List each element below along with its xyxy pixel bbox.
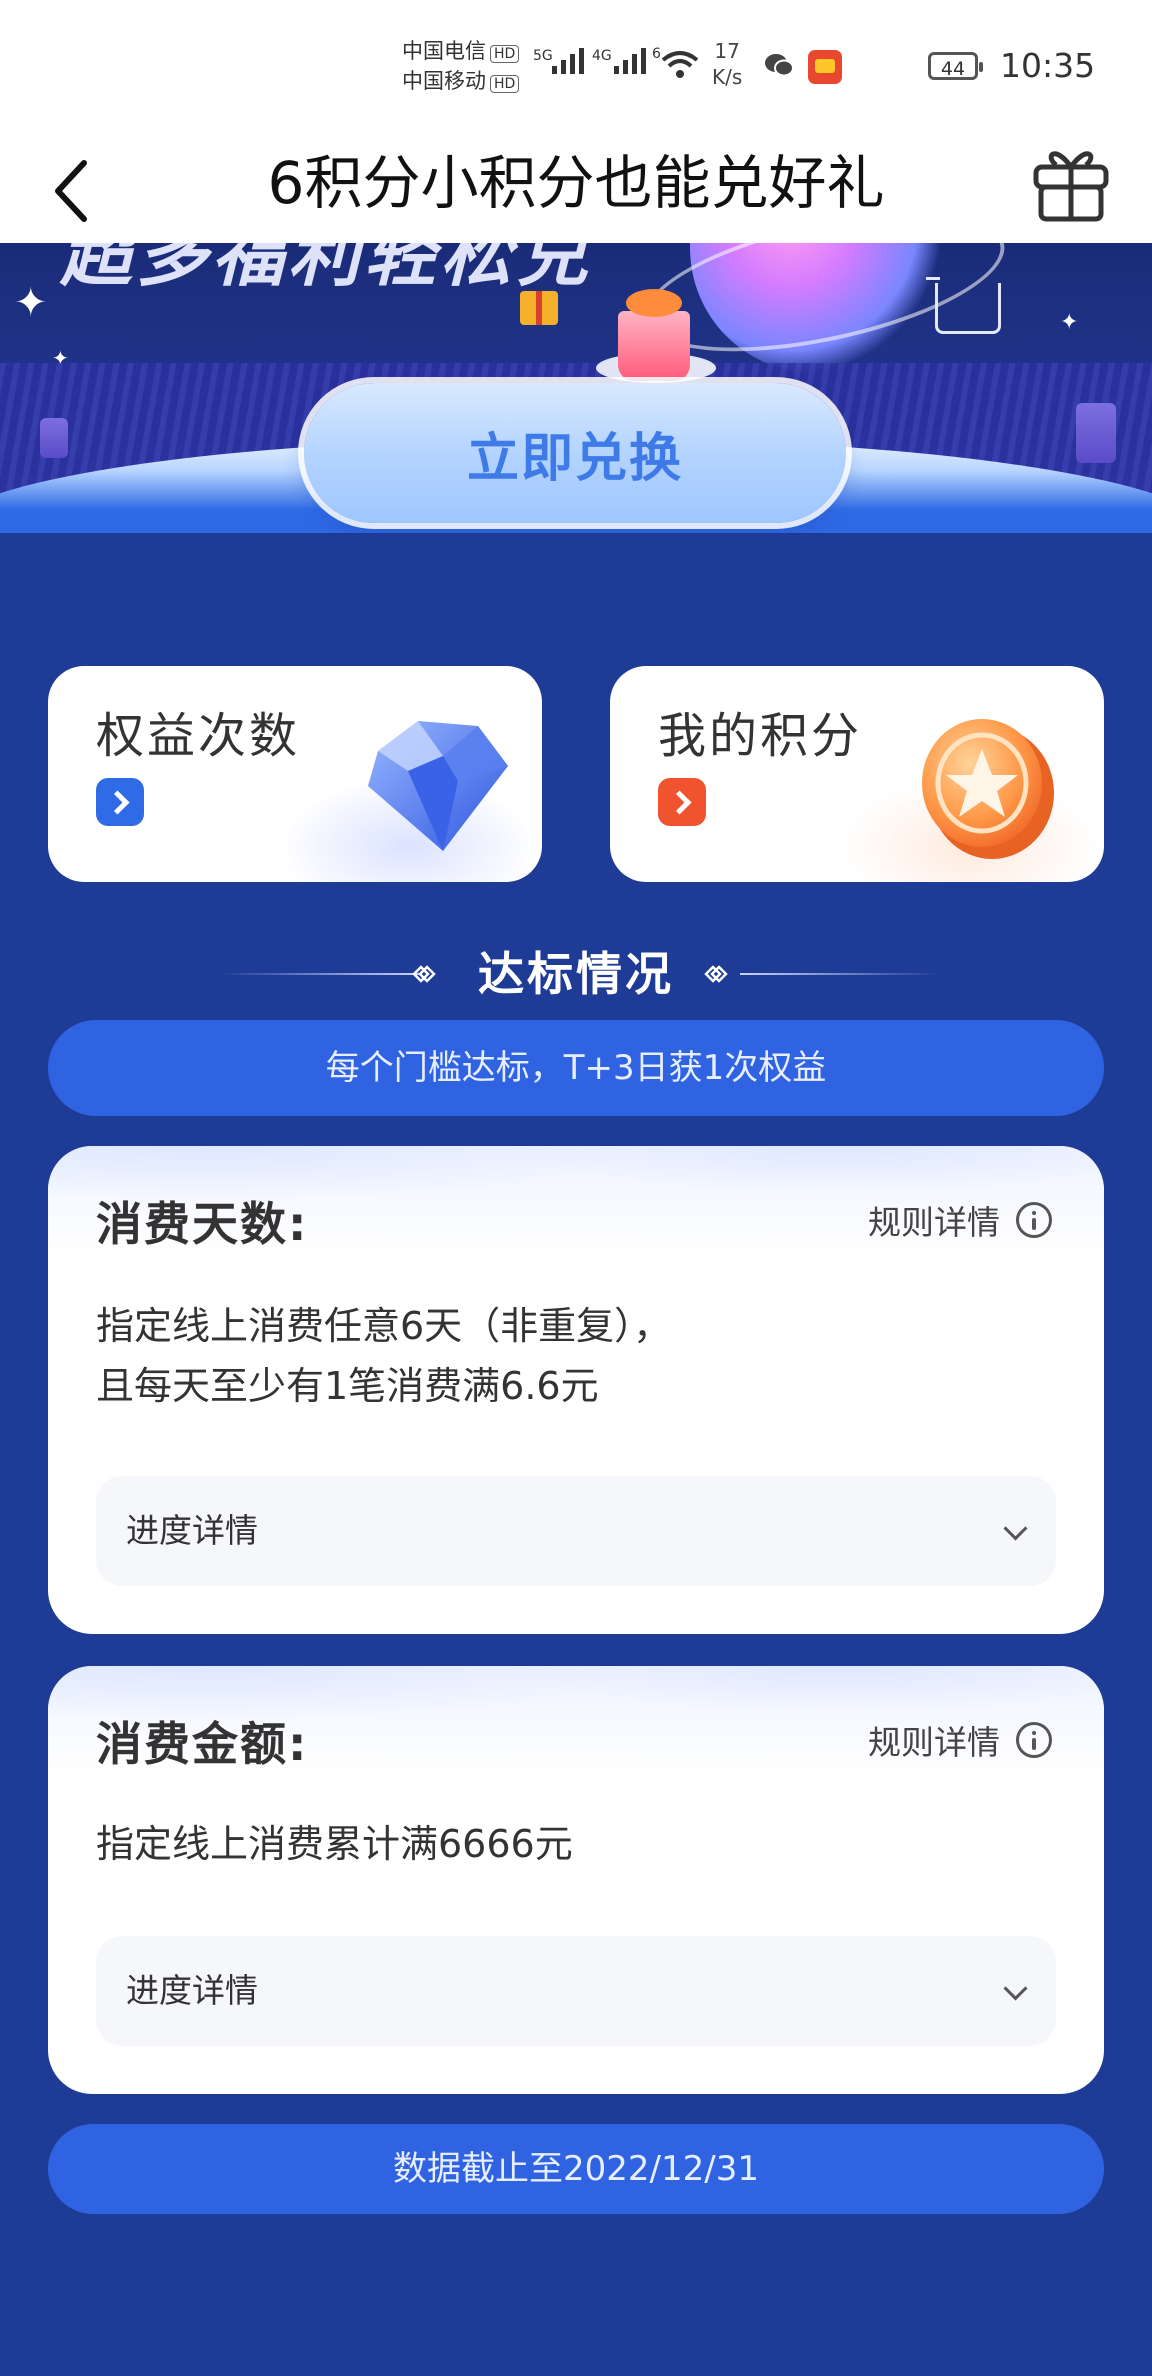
crystal-decoration (40, 418, 68, 458)
rule-description-line: 指定线上消费任意6天（非重复）， (96, 1304, 672, 1348)
benefit-count-label: 权益次数 (96, 708, 301, 764)
divider-line (740, 973, 940, 975)
data-cutoff-note: 数据截止至2022/12/31 (48, 2124, 1104, 2214)
clock: 10:35 (1000, 46, 1096, 85)
diamond-ornament-icon (412, 965, 436, 983)
rule-details-label: 规则详情 (868, 1203, 1000, 1242)
shopping-cart-icon (926, 277, 1001, 334)
promo-banner: 超多福利轻松兑 ✦ ✦ ✦ 立即兑换 (0, 243, 1152, 533)
gift-icon[interactable] (1026, 137, 1116, 227)
rule-description: 指定线上消费任意6天（非重复）， 且每天至少有1笔消费满6.6元 (96, 1296, 671, 1416)
wechat-icon (765, 54, 794, 77)
redeem-now-label: 立即兑换 (466, 428, 683, 489)
hd-badge: HD (490, 75, 520, 93)
progress-details-toggle[interactable]: 进度详情 (96, 1476, 1056, 1586)
redeem-now-button[interactable]: 立即兑换 (304, 383, 846, 523)
divider-line (220, 973, 420, 975)
crystal-decoration (1076, 403, 1116, 463)
progress-details-toggle[interactable]: 进度详情 (96, 1936, 1056, 2046)
gift-box-icon (520, 291, 558, 325)
diamond-icon (368, 721, 508, 851)
rule-details-link[interactable]: 规则详情 (868, 1716, 1052, 1764)
speed-unit: K/s (712, 65, 743, 89)
section-header: 达标情况 (0, 936, 1152, 1012)
speed-value: 17 (714, 39, 740, 63)
battery-icon: 44 (928, 52, 983, 80)
rule-details-label: 规则详情 (868, 1723, 1000, 1762)
banner-headline: 超多福利轻松兑 (60, 243, 593, 296)
rule-description-line: 且每天至少有1笔消费满6.6元 (96, 1364, 599, 1408)
carrier-2: 中国移动 (402, 69, 486, 93)
rule-card-days: 消费天数: 规则详情 指定线上消费任意6天（非重复）， 且每天至少有1笔消费满6… (48, 1146, 1104, 1634)
rule-title: 消费天数: (96, 1197, 309, 1251)
popcorn-cup-illustration (618, 289, 690, 381)
info-icon (1016, 1202, 1052, 1238)
chevron-down-icon (1003, 1516, 1028, 1541)
signal-icon (552, 48, 584, 74)
network-speed: 17 K/s (712, 38, 742, 90)
carrier-info: 中国电信 HD 中国移动 HD (402, 36, 520, 96)
info-icon (1016, 1722, 1052, 1758)
status-bar: 中国电信 HD 中国移动 HD 5G 4G 6 17 K/s 44 10:35 (0, 0, 1152, 125)
rule-title: 消费金额: (96, 1717, 309, 1771)
app-icon (808, 50, 842, 84)
notice-banner: 每个门槛达标，T+3日获1次权益 (48, 1020, 1104, 1116)
network-4g-label: 4G (592, 48, 612, 64)
wifi-icon (661, 51, 699, 78)
diamond-ornament-icon (704, 965, 728, 983)
rule-card-amount: 消费金额: 规则详情 指定线上消费累计满6666元 进度详情 (48, 1666, 1104, 2094)
my-points-card[interactable]: 我的积分 (610, 666, 1104, 882)
chevron-down-icon (1003, 1976, 1028, 2001)
sparkle-icon: ✦ (1060, 310, 1079, 335)
nav-bar: 6积分小积分也能兑好礼 (0, 125, 1152, 244)
carrier-1: 中国电信 (402, 39, 486, 63)
progress-details-label: 进度详情 (126, 1511, 258, 1550)
progress-details-label: 进度详情 (126, 1971, 258, 2010)
arrow-right-icon[interactable] (96, 778, 144, 826)
network-5g-label: 5G (533, 48, 553, 64)
signal-icon (614, 48, 646, 74)
hd-badge: HD (490, 45, 520, 63)
rule-description-line: 指定线上消费累计满6666元 (96, 1822, 573, 1866)
arrow-right-icon[interactable] (658, 778, 706, 826)
page-title: 6积分小积分也能兑好礼 (267, 149, 885, 217)
coin-icon (922, 719, 1054, 859)
my-points-label: 我的积分 (658, 708, 863, 764)
benefit-count-card[interactable]: 权益次数 (48, 666, 542, 882)
rule-details-link[interactable]: 规则详情 (868, 1196, 1052, 1244)
rule-description: 指定线上消费累计满6666元 (96, 1814, 573, 1874)
section-title: 达标情况 (478, 947, 674, 1001)
sparkle-icon: ✦ (14, 280, 48, 326)
battery-level: 44 (940, 58, 966, 80)
